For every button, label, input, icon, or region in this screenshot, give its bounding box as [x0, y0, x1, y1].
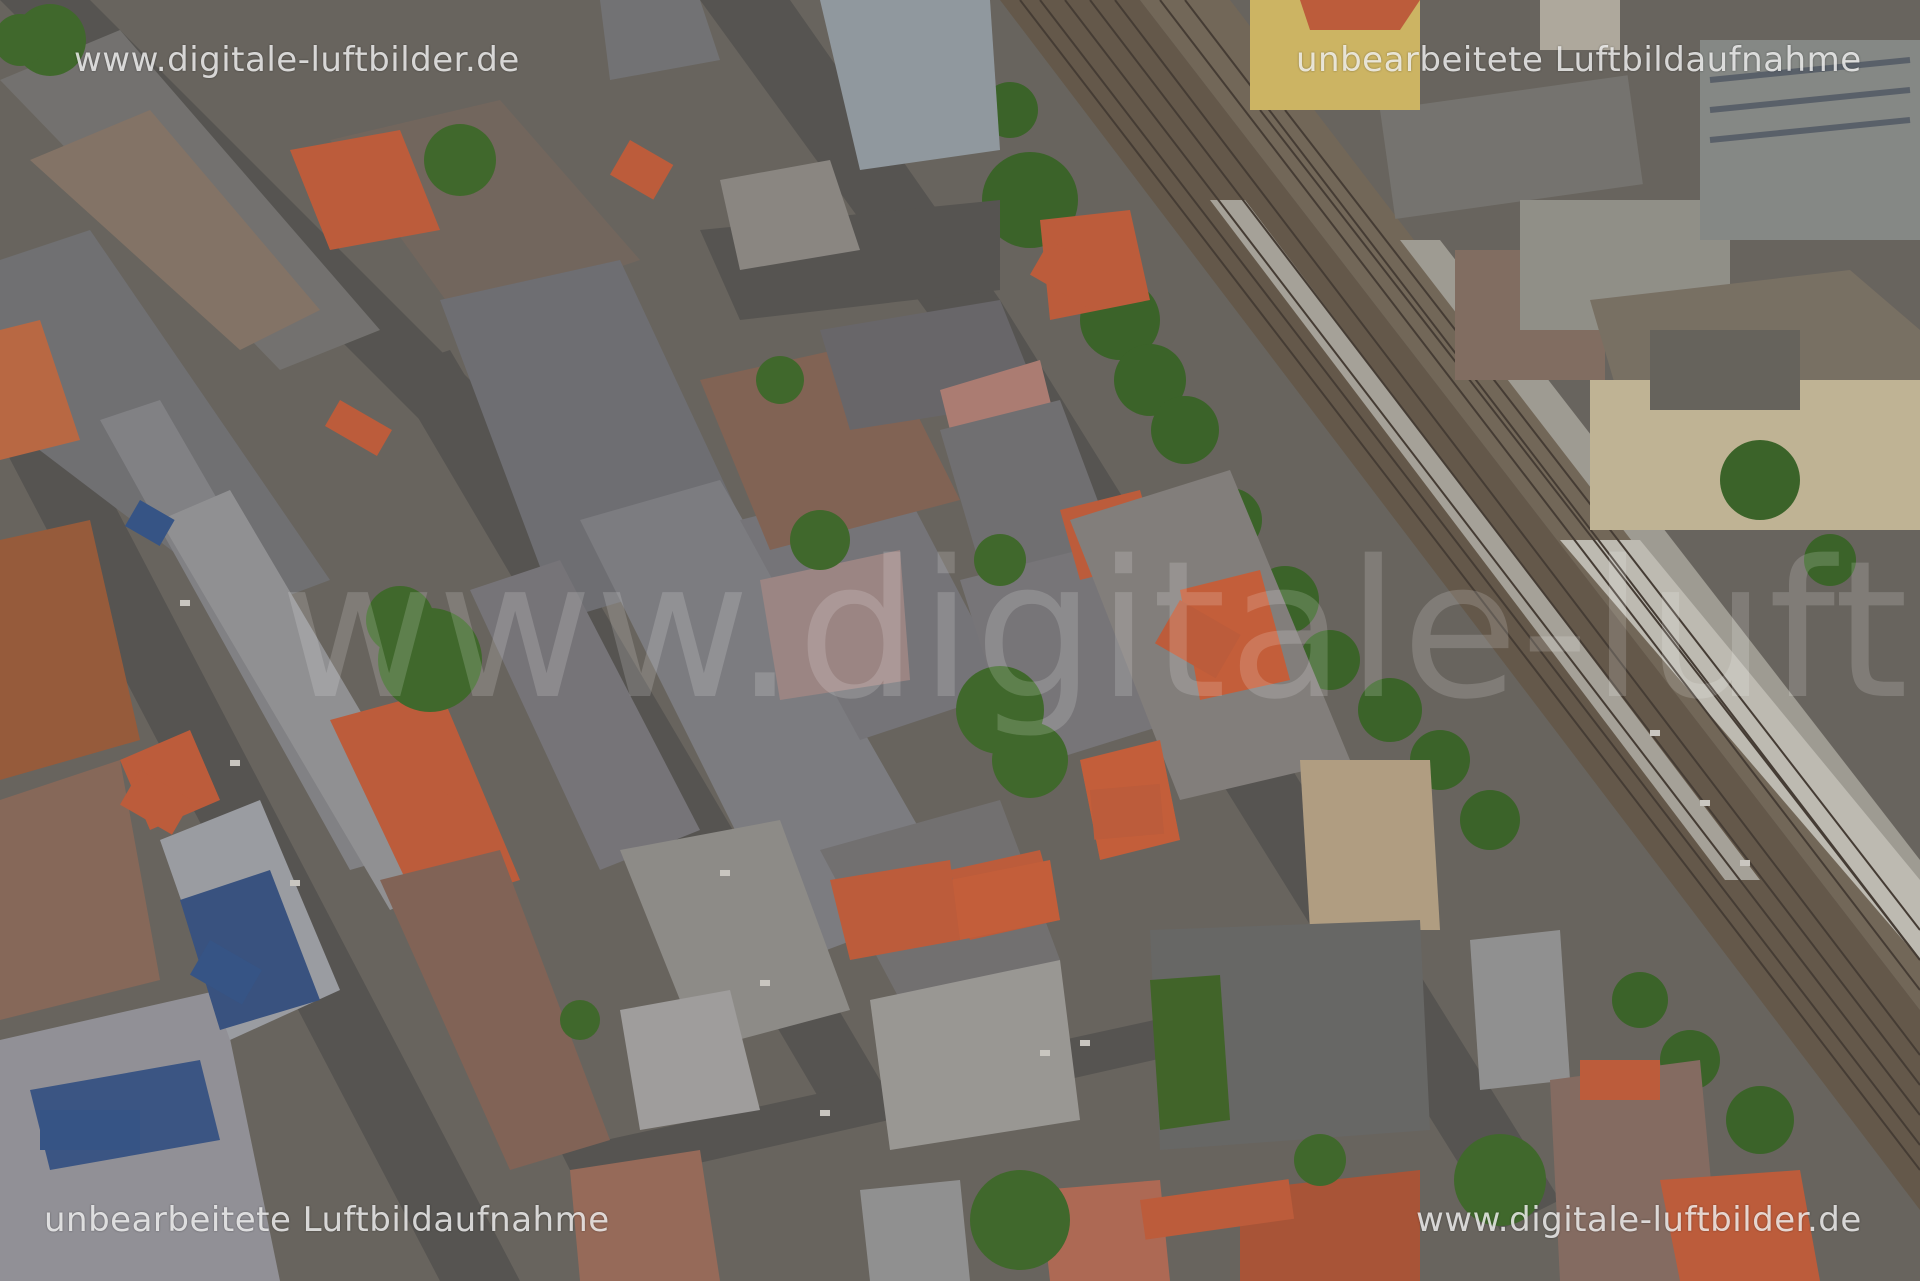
watermark-center: www.digitale-luftbilder.de	[280, 520, 1920, 741]
watermark-bottom-left: unbearbeitete Luftbildaufnahme	[44, 1200, 610, 1240]
watermark-top-right: unbearbeitete Luftbildaufnahme	[1296, 40, 1862, 80]
aerial-photo: www.digitale-luftbilder.de www.digitale-…	[0, 0, 1920, 1281]
watermark-top-left: www.digitale-luftbilder.de	[74, 40, 520, 80]
watermark-bottom-right: www.digitale-luftbilder.de	[1416, 1200, 1862, 1240]
